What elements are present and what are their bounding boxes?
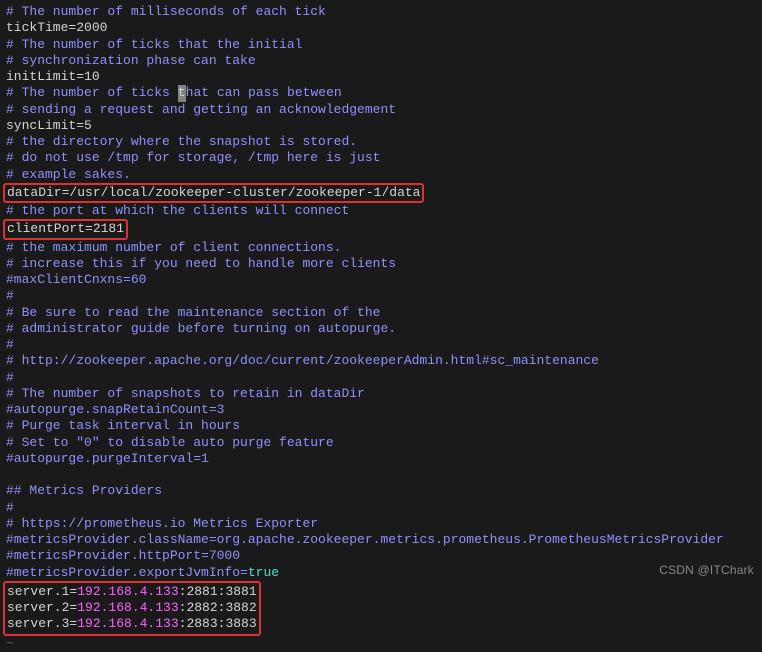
watermark-label: CSDN @ITChark: [659, 563, 754, 578]
comment-line: # sending a request and getting an ackno…: [6, 102, 396, 117]
comment-line: # the directory where the snapshot is st…: [6, 134, 357, 149]
highlight-box-datadir: dataDir=/usr/local/zookeeper-cluster/zoo…: [3, 183, 424, 203]
comment-line: # Be sure to read the maintenance sectio…: [6, 305, 380, 320]
config-line: syncLimit=5: [6, 118, 92, 133]
comment-line: # Purge task interval in hours: [6, 418, 240, 433]
highlight-box-servers: server.1=192.168.4.133:2881:3881 server.…: [3, 581, 261, 636]
comment-line: #: [6, 337, 14, 352]
config-line: dataDir=/usr/local/zookeeper-cluster/zoo…: [7, 185, 420, 200]
comment-line: # synchronization phase can take: [6, 53, 256, 68]
config-line: initLimit=10: [6, 69, 100, 84]
comment-line: #metricsProvider.httpPort=7000: [6, 548, 240, 563]
config-line: tickTime=2000: [6, 20, 107, 35]
ip-address: 192.168.4.133: [77, 600, 178, 615]
comment-line: # The number of milliseconds of each tic…: [6, 4, 326, 19]
comment-line: #metricsProvider.className=org.apache.zo…: [6, 532, 724, 547]
comment-line: #: [6, 288, 14, 303]
comment-line: #maxClientCnxns=60: [6, 272, 146, 287]
ip-address: 192.168.4.133: [77, 616, 178, 631]
comment-line: # https://prometheus.io Metrics Exporter: [6, 516, 318, 531]
comment-line: # example sakes.: [6, 167, 131, 182]
comment-line: # increase this if you need to handle mo…: [6, 256, 396, 271]
comment-line: # The number of snapshots to retain in d…: [6, 386, 365, 401]
text-cursor: t: [178, 85, 186, 101]
true-value: true: [248, 565, 279, 580]
comment-line: # The number of ticks that the initial: [6, 37, 302, 52]
comment-line: #autopurge.snapRetainCount=3: [6, 402, 224, 417]
comment-line: # do not use /tmp for storage, /tmp here…: [6, 150, 380, 165]
vim-tilde: ~: [6, 636, 14, 651]
comment-line: # the port at which the clients will con…: [6, 203, 349, 218]
server-line: server.2=192.168.4.133:2882:3882: [7, 600, 257, 615]
comment-line: #: [6, 500, 14, 515]
server-line: server.3=192.168.4.133:2883:3883: [7, 616, 257, 631]
comment-line: # The number of ticks that can pass betw…: [6, 85, 342, 100]
comment-line: # administrator guide before turning on …: [6, 321, 396, 336]
comment-line: # the maximum number of client connectio…: [6, 240, 341, 255]
comment-line: ## Metrics Providers: [6, 483, 162, 498]
config-line: clientPort=2181: [7, 221, 124, 236]
comment-line: #metricsProvider.exportJvmInfo=: [6, 565, 248, 580]
ip-address: 192.168.4.133: [77, 584, 178, 599]
comment-line: #autopurge.purgeInterval=1: [6, 451, 209, 466]
comment-line: #: [6, 370, 14, 385]
comment-line: # http://zookeeper.apache.org/doc/curren…: [6, 353, 599, 368]
server-line: server.1=192.168.4.133:2881:3881: [7, 584, 257, 599]
highlight-box-clientport: clientPort=2181: [3, 219, 128, 239]
comment-line: # Set to "0" to disable auto purge featu…: [6, 435, 334, 450]
editor-content[interactable]: # The number of milliseconds of each tic…: [6, 4, 756, 652]
